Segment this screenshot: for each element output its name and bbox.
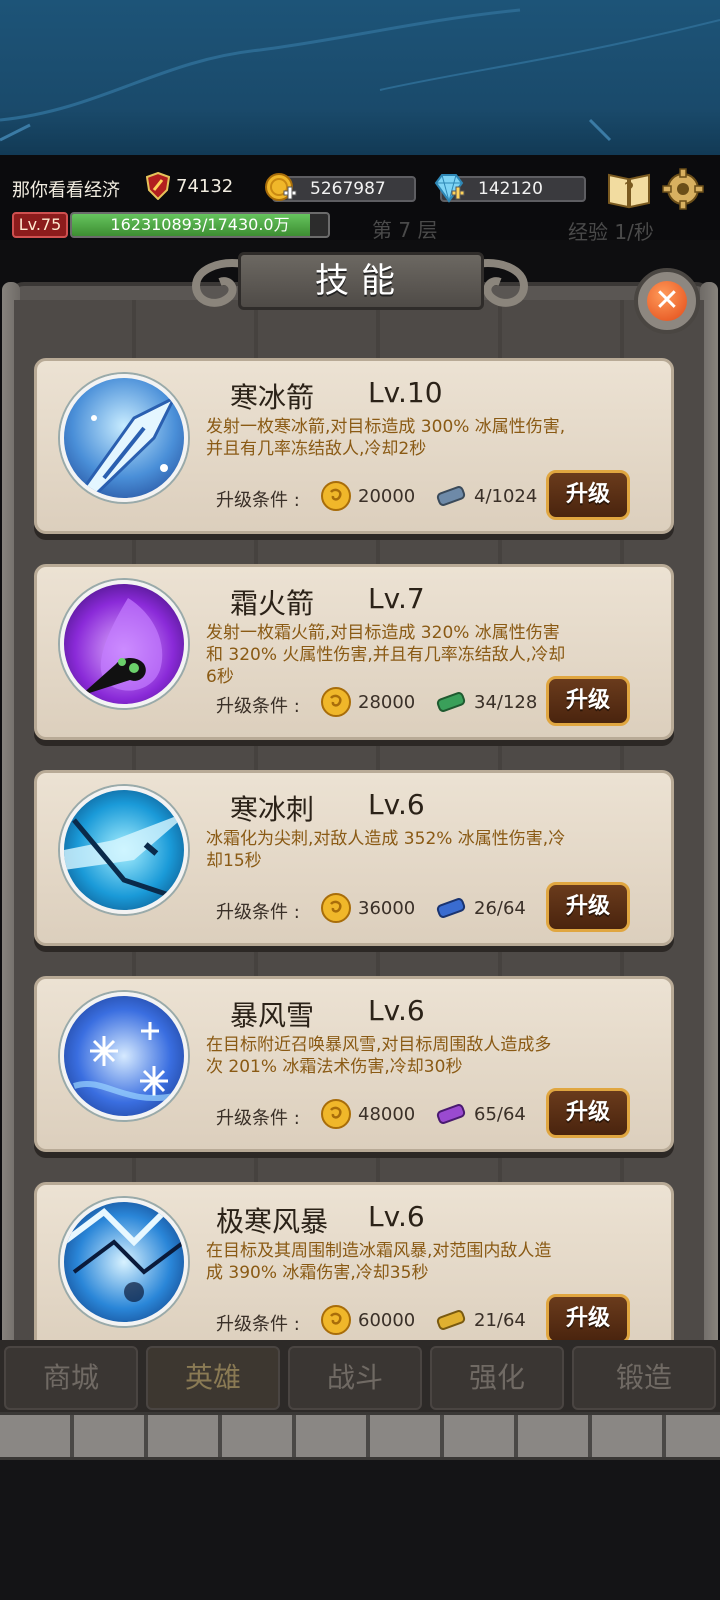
skill-portrait-frost-storm — [60, 1198, 188, 1326]
skill-level: Lv.6 — [368, 994, 425, 1027]
skill-scroll-icon — [436, 898, 466, 918]
gem-value: 142120 — [478, 179, 543, 199]
skill-card: 寒冰刺 Lv.6 冰霜化为尖刺,对敌人造成 352% 冰属性伤害,冷却15秒 升… — [34, 770, 674, 946]
close-button[interactable]: ✕ — [634, 268, 700, 334]
skill-card: 暴风雪 Lv.6 在目标附近召唤暴风雪,对目标周围敌人造成多次 201% 冰霜法… — [34, 976, 674, 1152]
game-screen: 那你看看经济 74132 5267987 142120 ? Lv.75 1623… — [0, 0, 720, 1600]
skill-card: 寒冰箭 Lv.10 发射一枚寒冰箭,对目标造成 300% 冰属性伤害,并且有几率… — [34, 358, 674, 534]
ground — [0, 1460, 720, 1600]
upgrade-button[interactable]: 升级 — [546, 470, 630, 520]
skill-name: 霜火箭 — [230, 587, 315, 620]
player-level-badge: Lv.75 — [12, 212, 68, 238]
settings-gear-icon[interactable] — [662, 168, 704, 210]
scroll-progress: 4/1024 — [474, 486, 538, 507]
combat-power-icon — [146, 172, 170, 200]
gold-coin-icon — [321, 893, 351, 923]
upgrade-button[interactable]: 升级 — [546, 1294, 630, 1344]
skill-scroll-icon — [436, 1310, 466, 1330]
skill-level: Lv.6 — [368, 788, 425, 821]
skill-name: 寒冰刺 — [230, 793, 315, 826]
gold-value: 5267987 — [310, 179, 386, 199]
gold-coin-icon — [321, 481, 351, 511]
skill-portrait-blizzard — [60, 992, 188, 1120]
close-icon: ✕ — [647, 281, 687, 321]
skill-level: Lv.7 — [368, 582, 425, 615]
exp-rate: 经验 1/秒 — [568, 220, 654, 244]
brick-wall — [0, 1412, 720, 1460]
skill-name: 极寒风暴 — [216, 1205, 329, 1238]
coin-cost: 48000 — [358, 1104, 416, 1125]
panel-title: 技能 — [238, 252, 484, 310]
svg-text:?: ? — [624, 178, 635, 202]
coin-cost: 36000 — [358, 898, 416, 919]
skill-scroll-icon — [436, 1104, 466, 1124]
experience-bar: 162310893/17430.0万 — [70, 212, 330, 238]
player-name: 那你看看经济 — [12, 180, 120, 201]
upgrade-requirement-label: 升级条件 : — [216, 1108, 300, 1129]
skill-card: 极寒风暴 Lv.6 在目标及其周围制造冰霜风暴,对范围内敌人造成 390% 冰霜… — [34, 1182, 674, 1356]
skill-portrait-ice-arrow — [60, 374, 188, 502]
scroll-progress: 26/64 — [474, 898, 526, 919]
nav-shop[interactable]: 商城 — [4, 1346, 138, 1410]
coin-cost: 28000 — [358, 692, 416, 713]
gem-add-icon[interactable] — [432, 171, 466, 205]
experience-text: 162310893/17430.0万 — [110, 215, 290, 234]
nav-heroes[interactable]: 英雄 — [146, 1346, 280, 1410]
skills-list-container[interactable]: 寒冰箭 Lv.10 发射一枚寒冰箭,对目标造成 300% 冰属性伤害,并且有几率… — [14, 300, 704, 1356]
skill-description: 发射一枚霜火箭,对目标造成 320% 冰属性伤害和 320% 火属性伤害,并且有… — [206, 623, 566, 687]
upgrade-button[interactable]: 升级 — [546, 882, 630, 932]
scroll-progress: 65/64 — [474, 1104, 526, 1125]
skill-level: Lv.10 — [368, 376, 443, 409]
skill-level: Lv.6 — [368, 1200, 425, 1233]
gold-coin-icon — [321, 687, 351, 717]
upgrade-button[interactable]: 升级 — [546, 1088, 630, 1138]
guide-book-icon[interactable]: ? — [606, 169, 652, 209]
skill-card: 霜火箭 Lv.7 发射一枚霜火箭,对目标造成 320% 冰属性伤害和 320% … — [34, 564, 674, 740]
skill-description: 发射一枚寒冰箭,对目标造成 300% 冰属性伤害,并且有几率冻结敌人,冷却2秒 — [206, 417, 566, 459]
upgrade-requirement-label: 升级条件 : — [216, 902, 300, 923]
upgrade-requirement-label: 升级条件 : — [216, 490, 300, 511]
upgrade-requirement-label: 升级条件 : — [216, 1314, 300, 1335]
gold-add-icon[interactable] — [264, 171, 298, 205]
scroll-progress: 34/128 — [474, 692, 538, 713]
skill-scroll-icon — [436, 486, 466, 506]
nav-enhance[interactable]: 强化 — [430, 1346, 564, 1410]
coin-cost: 60000 — [358, 1310, 416, 1331]
skill-description: 在目标附近召唤暴风雪,对目标周围敌人造成多次 201% 冰霜法术伤害,冷却30秒 — [206, 1035, 552, 1077]
floor-indicator: 第 7 层 — [372, 218, 438, 242]
sky-background — [0, 0, 720, 155]
skill-description: 冰霜化为尖刺,对敌人造成 352% 冰属性伤害,冷却15秒 — [206, 829, 566, 871]
combat-power-value: 74132 — [176, 176, 234, 197]
gold-coin-icon — [321, 1305, 351, 1335]
skill-name: 暴风雪 — [230, 999, 315, 1032]
coin-cost: 20000 — [358, 486, 416, 507]
upgrade-requirement-label: 升级条件 : — [216, 696, 300, 717]
skill-description: 在目标及其周围制造冰霜风暴,对范围内敌人造成 390% 冰霜伤害,冷却35秒 — [206, 1241, 552, 1283]
skill-portrait-ice-spike — [60, 786, 188, 914]
sky-cracks — [0, 8, 720, 142]
scroll-progress: 21/64 — [474, 1310, 526, 1331]
nav-battle[interactable]: 战斗 — [288, 1346, 422, 1410]
upgrade-button[interactable]: 升级 — [546, 676, 630, 726]
gold-coin-icon — [321, 1099, 351, 1129]
nav-forge[interactable]: 锻造 — [572, 1346, 716, 1410]
skill-portrait-frostfire-arrow — [60, 580, 188, 708]
skill-name: 寒冰箭 — [230, 381, 315, 414]
skill-scroll-icon — [436, 692, 466, 712]
